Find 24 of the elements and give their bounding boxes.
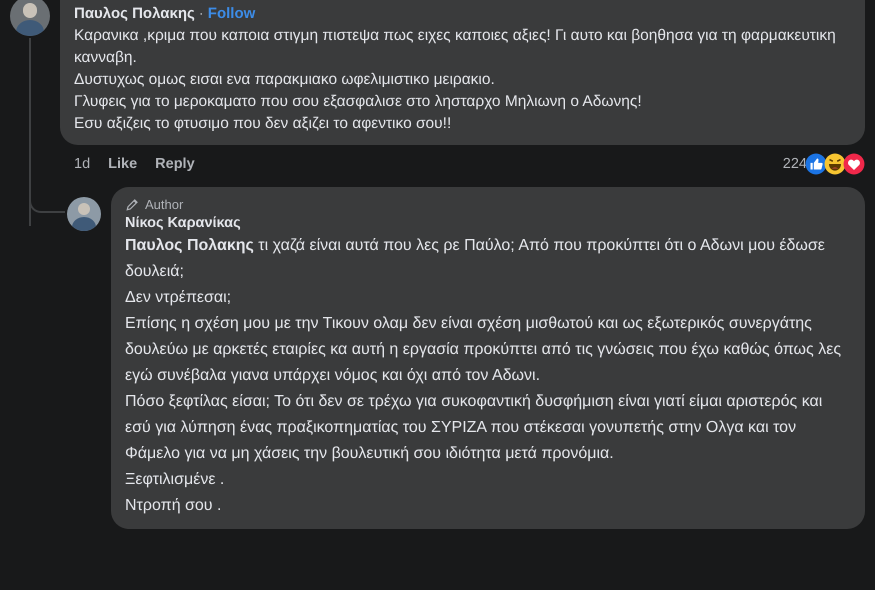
badge-label: Author [145,196,184,212]
comment-text: Επίσης η σχέση μου με την Τικουν ολαμ δεν είναι σχέση μισθωτού και ως εξωτερικός συνεργάτης δουλεύω με αρκετές εταιρίες κα αυτή η εργασία προκύπτει από τις γνώσεις που έχω καθώς όπως λες εγώ συνέβαλα γιανα υπάρχει νόμος και όχι από τον Αδωνι. [125,314,842,386]
laughing-face-icon [824,153,846,175]
heart-reaction-icon [843,153,865,175]
pencil-icon [125,196,140,212]
author-name[interactable]: Νίκος Καρανίκας [125,215,241,231]
comment-text: Δεν ντρέπεσαι; [125,288,232,308]
action-link[interactable]: Like [108,156,138,172]
comment-text: Ξεφτιλισμένε . [125,470,226,490]
comment-text: Δυστυχως ομως εισαι ενα παρακμιακο ωφελιμιστικο μειρακιο. [74,70,496,90]
author-name[interactable]: Παυλος Πολακης [74,5,195,22]
comment-text: Ντροπή σου . [125,496,222,516]
like-reaction-icon [805,153,827,175]
separator-dot: · [198,5,204,22]
reaction-count[interactable]: 224 [782,156,807,172]
avatar[interactable] [10,0,50,36]
comment-text: Παυλος Πολακης τι χαζά είναι αυτά που λες ρε Παύλο; Από που προκύπτει ότι ο Αδωνι μου έδωσε δουλειά; [125,236,826,282]
action-link[interactable]: Reply [155,156,195,172]
comment-text: Πόσο ξεφτίλας είσαι; Το ότι δεν σε τρέχω για συκοφαντική δυσφήμιση είναι γιατί είμαι αριστερός και εσύ για λύπηση ένας πραξικοπηματίας του ΣΥΡΙΖΑ που στέκεσαι γονυπετής στην Ολγα και τον Φάμελο για να μη χάσεις την βουλευτική σου ιδιότητα μετά προνόμια. [125,392,824,464]
comment-text: Καρανικα ,κριμα που καποια στιγμη πιστεψα πως ειχες καποιες αξιες! Γι αυτο και βοηθησα για τη φαρμακευτικη κανναβη. [74,26,837,68]
comment-text: Εσυ αξιζεις το φτυσιμο που δεν αξιζει το αφεντικο σου!! [74,114,452,134]
comment-text: Γλυφεις για το μεροκαματο που σου εξασφαλισε στο λησταρχο Μηλιωνη ο Αδωνης! [74,92,643,112]
avatar[interactable] [67,197,101,231]
timestamp: 1d [74,156,90,172]
